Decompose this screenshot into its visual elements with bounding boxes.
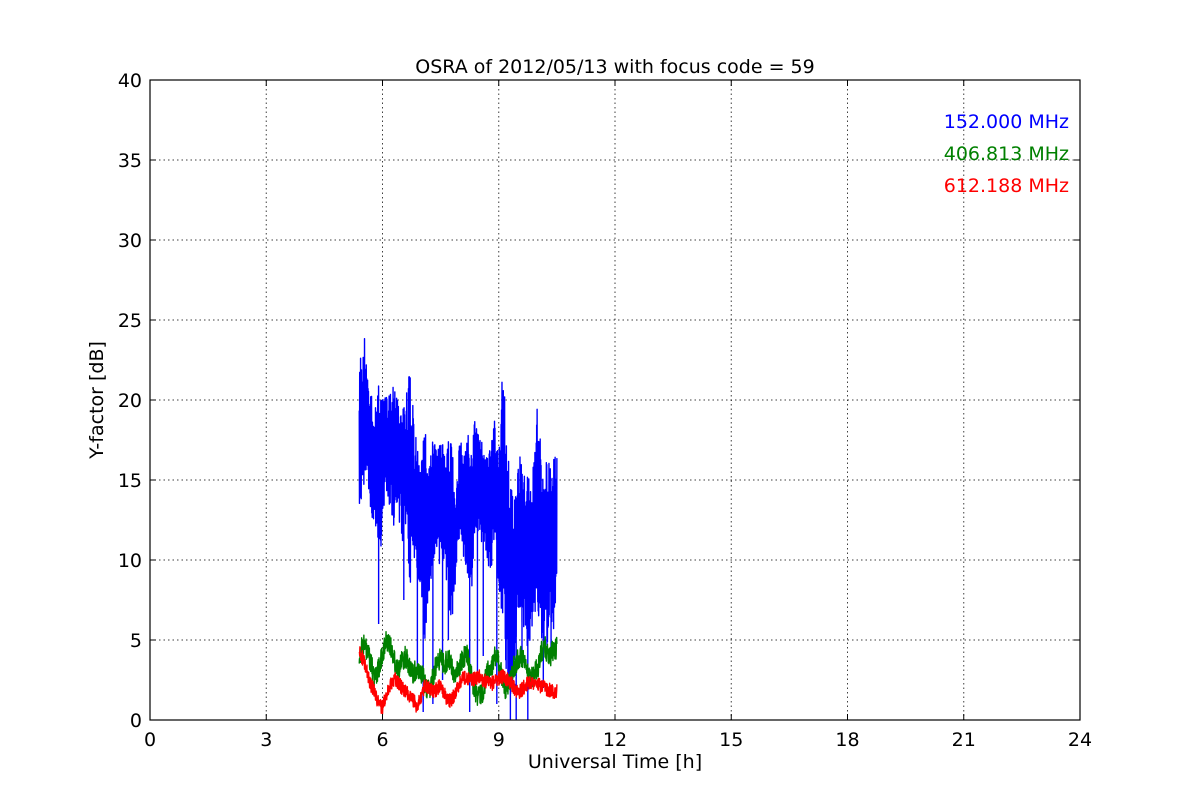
y-axis-label: Y-factor [dB] (86, 341, 108, 460)
y-tick-label: 20 (118, 390, 142, 412)
legend-entry-1: 406.813 MHz (944, 143, 1069, 165)
grid-layer (150, 80, 1080, 720)
x-tick-label: 15 (719, 729, 743, 751)
x-tick-label: 9 (493, 729, 505, 751)
y-tick-label: 25 (118, 310, 142, 332)
legend: 152.000 MHz 406.813 MHz 612.188 MHz (944, 111, 1069, 197)
y-tick-label: 40 (118, 70, 142, 92)
y-tick-label: 35 (118, 150, 142, 172)
x-tick-label: 3 (260, 729, 272, 751)
x-tick-label: 12 (603, 729, 627, 751)
chart-svg: 0 3 6 9 12 15 18 21 24 0 5 10 15 20 25 30 35 40 OSRA of 2… (86, 56, 1092, 773)
legend-entry-2: 612.188 MHz (944, 175, 1069, 197)
x-tick-label: 6 (376, 729, 388, 751)
x-tick-label: 24 (1068, 729, 1092, 751)
legend-entry-0: 152.000 MHz (944, 111, 1069, 133)
x-tick-label: 18 (835, 729, 859, 751)
x-axis-label: Universal Time [h] (528, 751, 702, 773)
x-tick-label: 0 (144, 729, 156, 751)
chart-title: OSRA of 2012/05/13 with focus code = 59 (415, 56, 814, 78)
y-tick-label: 0 (130, 710, 142, 732)
y-tick-label: 15 (118, 470, 142, 492)
chart-container: 0 3 6 9 12 15 18 21 24 0 5 10 15 20 25 30 35 40 OSRA of 2… (0, 0, 1200, 800)
y-tick-label: 30 (118, 230, 142, 252)
y-tick-label: 5 (130, 630, 142, 652)
x-tick-label: 21 (952, 729, 976, 751)
y-tick-label: 10 (118, 550, 142, 572)
ticks-layer: 0 3 6 9 12 15 18 21 24 0 5 10 15 20 25 30 35 40 (118, 70, 1092, 751)
series-layer (358, 337, 558, 720)
